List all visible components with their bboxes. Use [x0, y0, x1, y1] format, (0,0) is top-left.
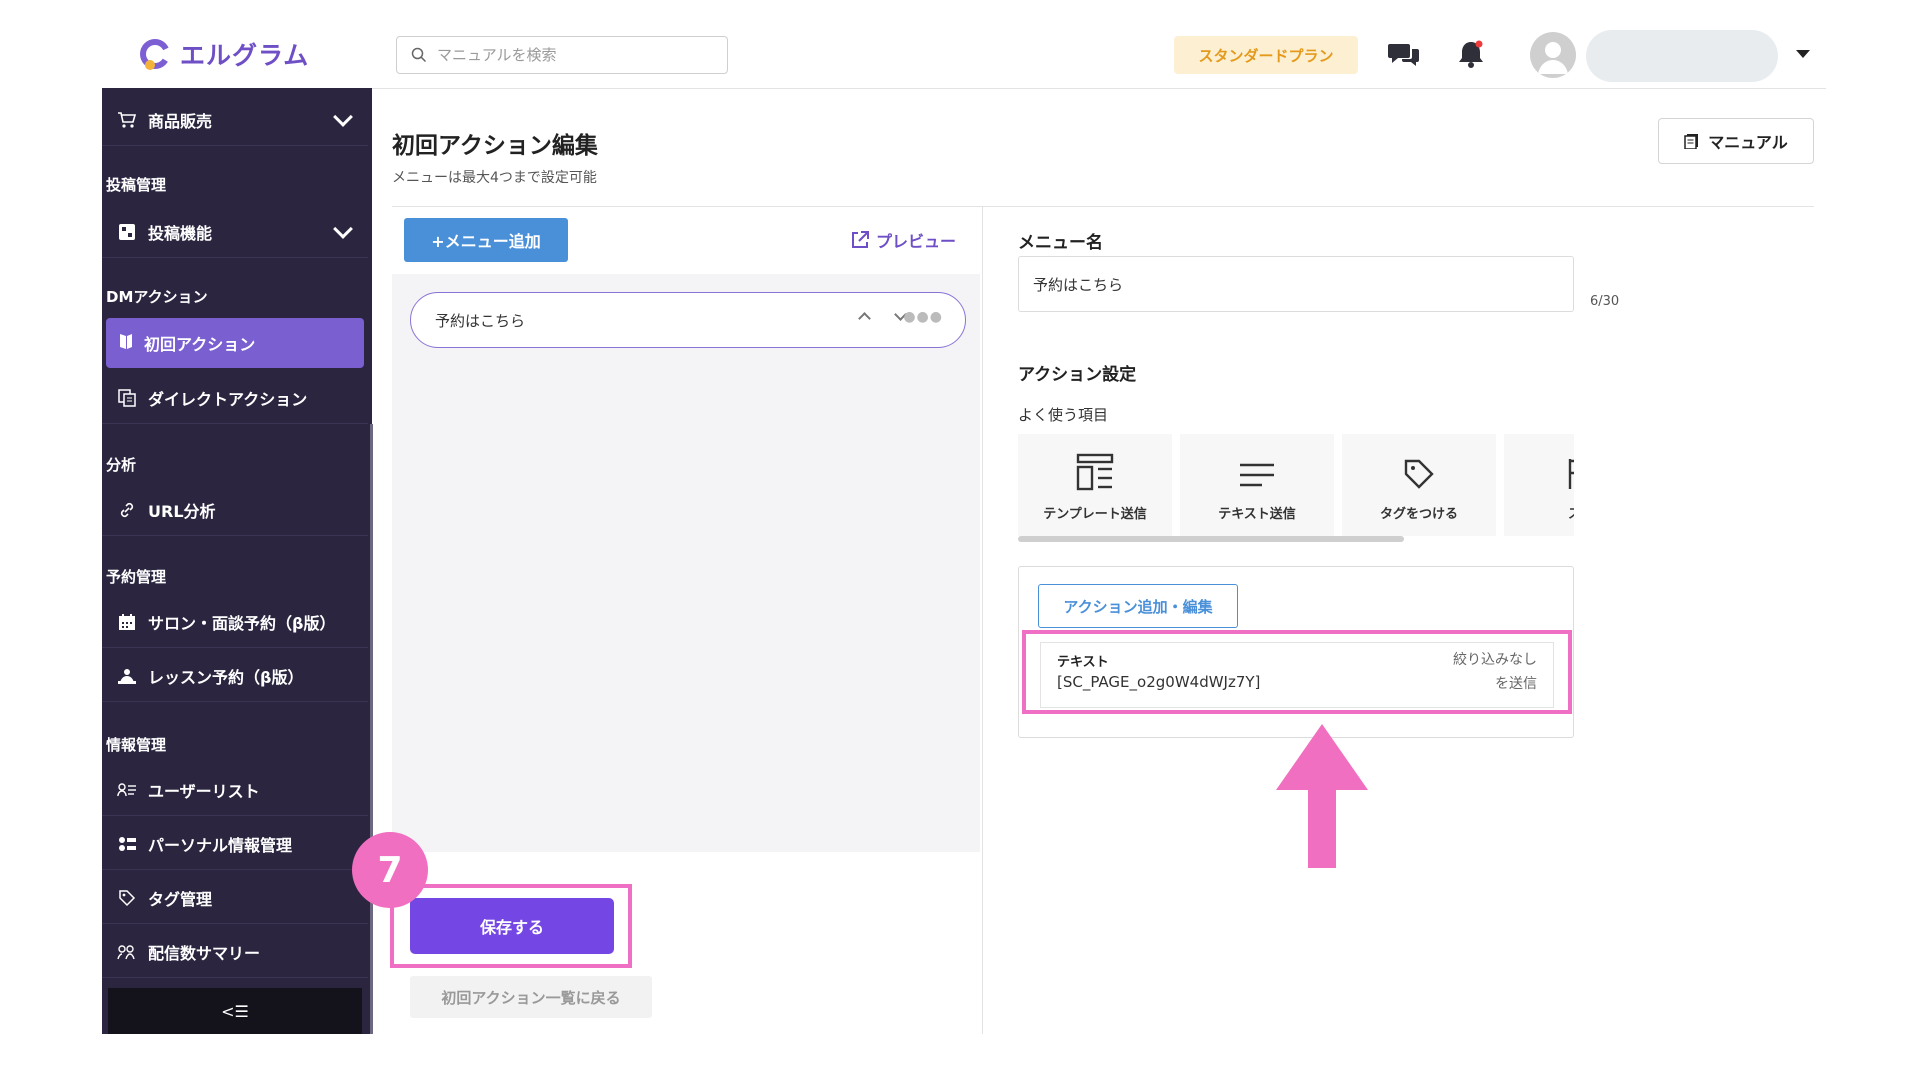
chevron-down-icon: [333, 219, 353, 239]
chevron-down-icon: [333, 107, 353, 127]
sidebar-item-label: 配信数サマリー: [148, 943, 261, 963]
char-count: 6/30: [1590, 294, 1620, 309]
step-number-badge: 7: [352, 832, 428, 908]
sidebar-item-label: サロン・面談予約（β版）: [148, 613, 336, 633]
action-highlight-frame: [1022, 630, 1572, 714]
logo[interactable]: エルグラム: [138, 36, 309, 72]
sidebar-item-user-list[interactable]: ユーザーリスト: [102, 764, 368, 816]
copy-doc-icon: [116, 387, 138, 409]
sidebar-item-url-analysis[interactable]: URL分析: [102, 484, 368, 536]
more-options-icon[interactable]: ●●●: [903, 309, 943, 325]
external-link-icon: [852, 231, 869, 248]
bell-icon[interactable]: [1456, 38, 1486, 70]
user-silhouette-icon: [1538, 42, 1568, 74]
sidebar-section-post: 投稿管理: [106, 176, 167, 194]
sidebar-section-analysis: 分析: [106, 456, 137, 474]
calendar-icon: [116, 611, 138, 633]
sidebar-item-label: 投稿機能: [148, 223, 213, 243]
sidebar-item-label: 商品販売: [148, 111, 213, 131]
quick-action-label: タグをつける: [1379, 507, 1458, 522]
sidebar-scrollbar[interactable]: [370, 424, 373, 1034]
book-open-icon: [118, 332, 134, 354]
classroom-icon: [116, 665, 138, 687]
user-list-icon: [116, 779, 138, 801]
quick-action-template[interactable]: テンプレート送信: [1018, 434, 1172, 536]
quick-action-label: ステ: [1568, 503, 1574, 522]
sidebar-item-salon-booking[interactable]: サロン・面談予約（β版）: [102, 596, 368, 648]
pointer-arrow-head: [1276, 724, 1368, 790]
sidebar: 商品販売 投稿管理 投稿機能 DMアクション 初回アクション ダイレクトアクショ…: [102, 88, 373, 1034]
page-subtitle: メニューは最大4つまで設定可能: [392, 170, 597, 186]
quick-action-text[interactable]: テキスト送信: [1180, 434, 1334, 536]
summary-users-icon: [116, 941, 138, 963]
logo-text: エルグラム: [180, 41, 310, 70]
quick-action-label: テキスト送信: [1218, 507, 1296, 522]
quick-actions-scrollbar[interactable]: [1018, 536, 1404, 542]
sidebar-item-personal-info[interactable]: パーソナル情報管理: [102, 818, 368, 870]
post-grid-icon: [116, 221, 138, 243]
save-button[interactable]: 保存する: [410, 898, 614, 954]
sidebar-item-tag-manage[interactable]: タグ管理: [102, 872, 368, 924]
template-icon: [1076, 453, 1114, 491]
sidebar-section-booking: 予約管理: [106, 568, 167, 586]
sidebar-item-label: パーソナル情報管理: [148, 835, 293, 855]
back-to-list-button[interactable]: 初回アクション一覧に戻る: [410, 976, 652, 1018]
sidebar-item-label: 初回アクション: [144, 335, 256, 354]
sidebar-item-label: URL分析: [148, 501, 216, 521]
menu-name-input[interactable]: [1018, 256, 1574, 312]
action-settings-label: アクション設定: [1018, 365, 1137, 385]
sidebar-item-lesson-booking[interactable]: レッスン予約（β版）: [102, 650, 368, 702]
menu-name-label: メニュー名: [1018, 233, 1103, 253]
action-add-edit-button[interactable]: アクション追加・編集: [1038, 584, 1238, 628]
sidebar-item-post-feature[interactable]: 投稿機能: [102, 206, 368, 258]
search-input[interactable]: [437, 46, 707, 64]
sidebar-item-delivery-summary[interactable]: 配信数サマリー: [102, 926, 368, 978]
quick-actions-scroller: テンプレート送信 テキスト送信 タグをつける ステ: [1018, 434, 1574, 544]
sidebar-item-label: ユーザーリスト: [148, 781, 260, 801]
tag-icon: [116, 887, 138, 909]
collapse-icon: <☰: [221, 1001, 249, 1021]
text-lines-icon: [1240, 463, 1274, 487]
sidebar-item-first-action[interactable]: 初回アクション: [106, 318, 364, 368]
content-divider: [392, 206, 1814, 207]
link-icon: [116, 499, 138, 521]
menu-list-panel: [392, 274, 980, 852]
manual-book-icon: [1684, 134, 1699, 149]
sidebar-section-dm: DMアクション: [106, 288, 208, 306]
sidebar-item-label: ダイレクトアクション: [148, 389, 308, 409]
add-menu-button[interactable]: +メニュー追加: [404, 218, 568, 262]
quick-action-tag[interactable]: タグをつける: [1342, 434, 1496, 536]
quick-action-label: テンプレート送信: [1043, 507, 1147, 522]
logo-mark-icon: [140, 39, 170, 70]
menu-item-label: 予約はこちら: [435, 311, 526, 330]
menu-item[interactable]: 予約はこちら ●●●: [410, 292, 966, 348]
avatar[interactable]: [1530, 32, 1576, 78]
common-items-label: よく使う項目: [1018, 406, 1109, 424]
column-divider: [982, 206, 983, 1034]
sidebar-item-direct-action[interactable]: ダイレクトアクション: [102, 372, 368, 424]
preview-link[interactable]: プレビュー: [850, 228, 956, 252]
manual-search[interactable]: [396, 36, 728, 74]
caret-down-icon[interactable]: [1796, 50, 1810, 58]
move-up-icon[interactable]: [858, 312, 871, 325]
sidebar-item-shop[interactable]: 商品販売: [102, 94, 368, 146]
cart-icon: [116, 109, 138, 131]
manual-button-label: マニュアル: [1708, 133, 1788, 152]
user-name-pill[interactable]: [1586, 30, 1778, 82]
pointer-arrow-shaft: [1308, 788, 1336, 868]
flag-icon: [1568, 459, 1574, 489]
tag-icon: [1404, 459, 1434, 489]
quick-action-status[interactable]: ステ: [1504, 434, 1574, 536]
sidebar-section-info: 情報管理: [106, 736, 167, 754]
personal-card-icon: [116, 833, 138, 855]
sidebar-item-label: レッスン予約（β版）: [148, 667, 304, 687]
page-title: 初回アクション編集: [392, 133, 598, 159]
sidebar-item-label: タグ管理: [148, 889, 213, 909]
chat-icon[interactable]: [1388, 40, 1420, 70]
sidebar-collapse-button[interactable]: <☰: [108, 988, 362, 1034]
plan-badge[interactable]: スタンダードプラン: [1174, 36, 1358, 74]
manual-button[interactable]: マニュアル: [1658, 118, 1814, 164]
search-icon: [411, 47, 427, 63]
preview-label: プレビュー: [876, 232, 957, 251]
